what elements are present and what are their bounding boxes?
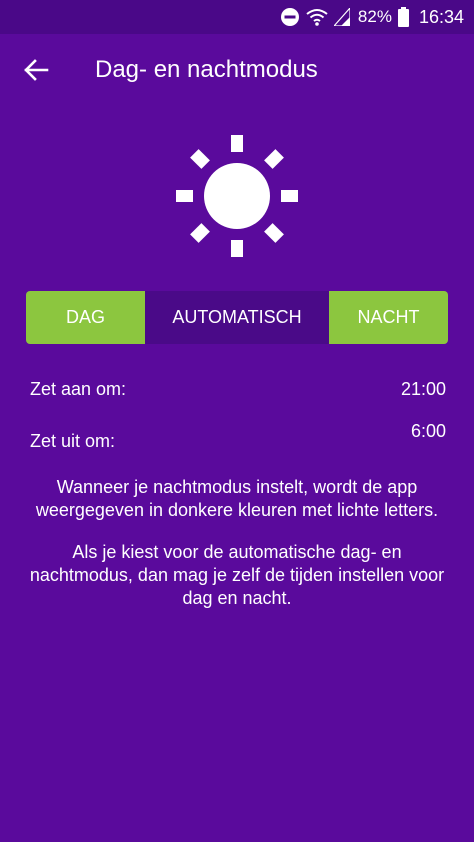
- schedule-on-time[interactable]: 21:00: [401, 379, 446, 400]
- battery-icon: [397, 7, 409, 27]
- mode-dag-button[interactable]: DAG: [26, 291, 145, 344]
- app-bar: Dag- en nachtmodus: [0, 34, 474, 106]
- mode-automatisch-button[interactable]: AUTOMATISCH: [145, 291, 329, 344]
- back-button[interactable]: [16, 50, 56, 90]
- do-not-disturb-icon: [280, 7, 300, 27]
- signal-icon: [333, 8, 350, 26]
- page-title: Dag- en nachtmodus: [95, 56, 318, 83]
- wifi-icon: [306, 7, 328, 27]
- mode-selector: DAG AUTOMATISCH NACHT: [26, 291, 448, 344]
- info-paragraph-automatic: Als je kiest voor de automatische dag- e…: [29, 542, 445, 608]
- status-clock: 16:34: [418, 6, 464, 27]
- info-paragraph-night-mode: Wanneer je nachtmodus instelt, wordt de …: [35, 477, 439, 520]
- schedule-on-row: Zet aan om: 21:00: [30, 379, 446, 405]
- schedule-on-label: Zet aan om:: [30, 379, 127, 399]
- schedule-off-label: Zet uit om:: [30, 431, 116, 451]
- arrow-left-icon: [24, 59, 49, 81]
- sun-icon: [167, 126, 307, 266]
- schedule-off-row: Zet uit om: 6:00: [30, 421, 446, 454]
- status-icons: 82% 16:34: [280, 0, 464, 34]
- schedule-off-time[interactable]: 6:00: [411, 421, 446, 442]
- battery-percentage: 82%: [357, 7, 392, 26]
- status-bar: 82% 16:34: [0, 0, 474, 34]
- mode-nacht-button[interactable]: NACHT: [329, 291, 448, 344]
